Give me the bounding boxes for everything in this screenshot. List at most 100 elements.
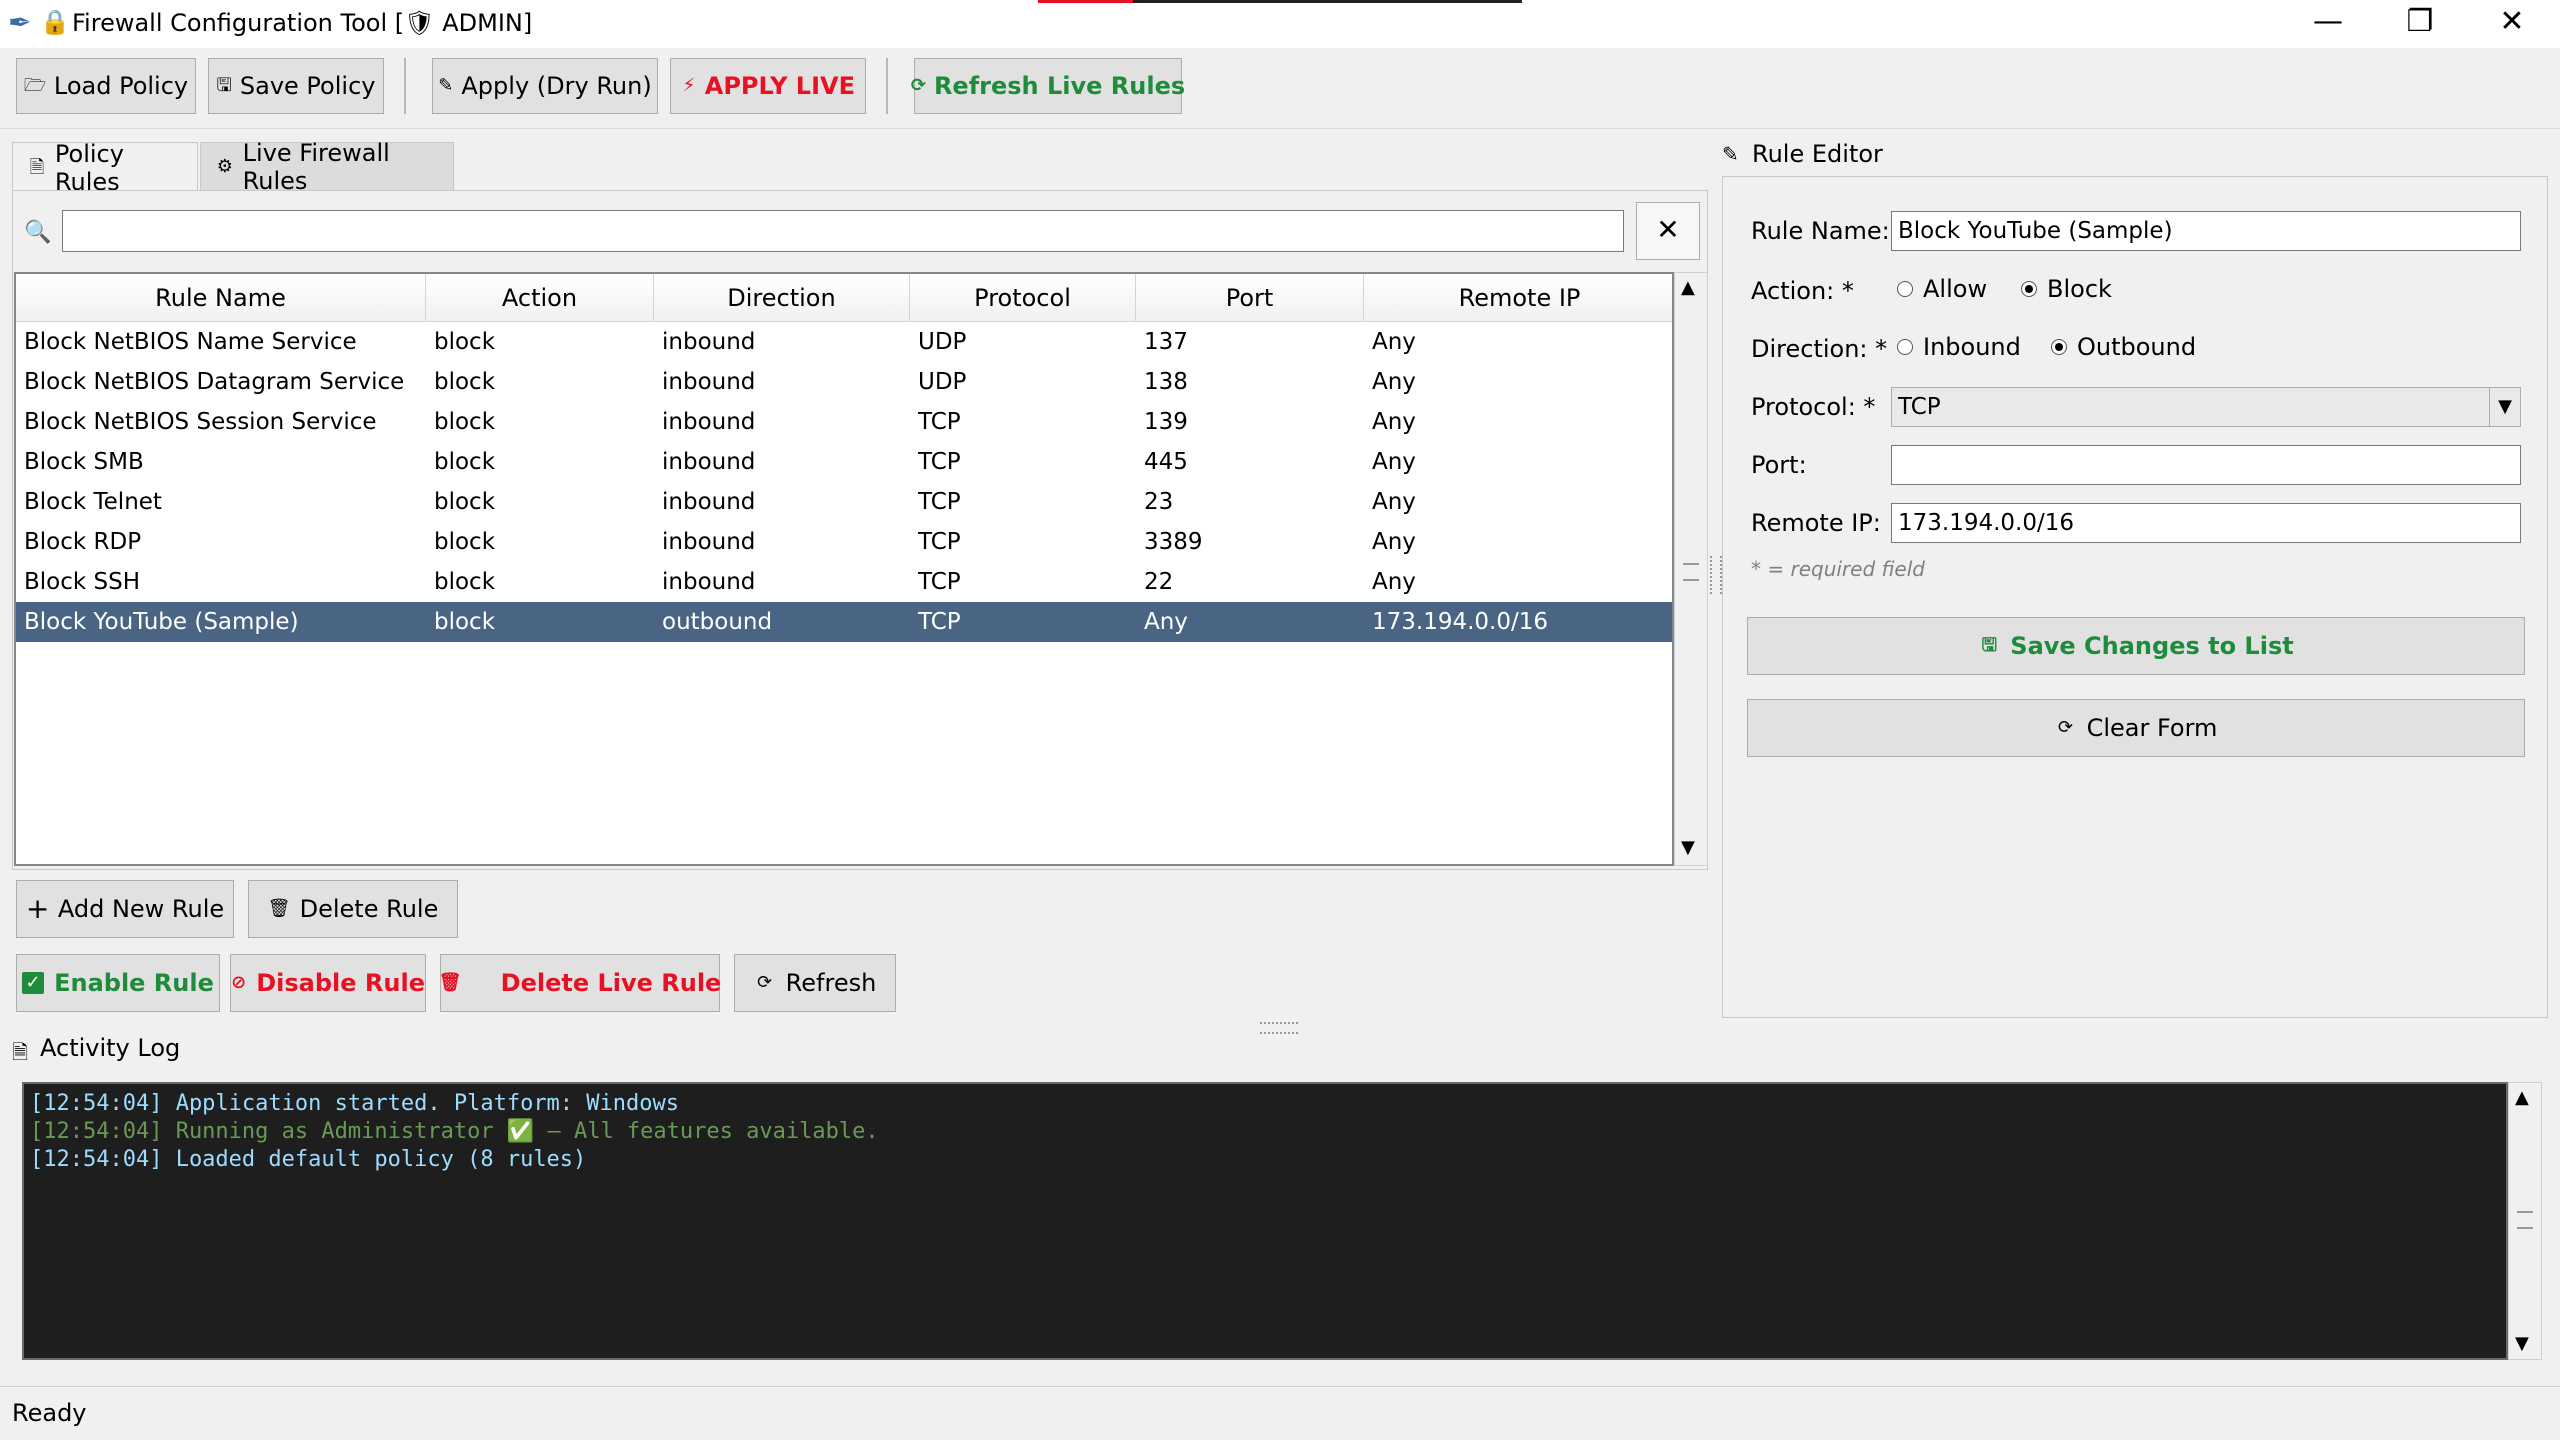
close-window-button[interactable]: ✕ (2466, 0, 2558, 46)
refresh-icon: ⟳ (757, 972, 773, 993)
table-row[interactable]: Block SSH block inbound TCP 22 Any (16, 562, 1672, 602)
table-cell: 22 (1144, 569, 1174, 595)
column-header-remote-ip[interactable]: Remote IP (1364, 274, 1672, 322)
table-cell: block (434, 489, 496, 515)
action-allow-radio[interactable]: Allow (1897, 275, 1987, 303)
minimize-button[interactable]: — (2282, 0, 2374, 46)
table-row[interactable]: Block NetBIOS Name Service block inbound UD… (16, 322, 1672, 362)
save-changes-button[interactable]: 🖫 Save Changes to List (1747, 617, 2525, 675)
table-cell: inbound (662, 569, 756, 595)
table-cell: inbound (662, 489, 756, 515)
scroll-down-icon[interactable]: ▼ (2515, 1333, 2529, 1354)
table-row[interactable]: Block NetBIOS Datagram Service block inbou… (16, 362, 1672, 402)
prohibit-icon: ⊘ (231, 972, 247, 993)
search-input[interactable] (62, 210, 1624, 252)
table-scrollbar[interactable]: ▲ ▼ (1674, 272, 1708, 866)
table-row[interactable]: Block NetBIOS Session Service block inboun… (16, 402, 1672, 442)
plus-icon: + (25, 892, 50, 925)
log-line: [12:54:04] Running as Administrator ✅ — … (30, 1119, 879, 1144)
activity-log: [12:54:04] Application started. Platform… (22, 1082, 2508, 1360)
log-line: [12:54:04] Loaded default policy (8 rule… (30, 1147, 587, 1172)
direction-outbound-radio[interactable]: Outbound (2051, 333, 2196, 361)
delete-live-rule-button[interactable]: 🗑 Delete Live Rule (438, 954, 721, 1012)
table-cell: TCP (918, 569, 961, 595)
log-scrollbar[interactable]: ▲ ▼ (2508, 1082, 2542, 1360)
table-row[interactable]: Block YouTube (Sample) block outbound TCP An… (16, 602, 1672, 642)
restore-button[interactable]: ❐ (2374, 0, 2466, 46)
rule-editor-title: Rule Editor (1752, 140, 1883, 168)
table-cell: TCP (918, 409, 961, 435)
column-header-action[interactable]: Action (426, 274, 654, 322)
save-icon: 🖫 (216, 75, 232, 96)
enable-rule-button[interactable]: ✓ Enable Rule (16, 954, 220, 1012)
table-cell: inbound (662, 369, 756, 395)
refresh-button[interactable]: ⟳ Refresh (734, 954, 896, 1012)
table-cell: 138 (1144, 369, 1188, 395)
edit-icon: ✎ (1722, 142, 1739, 166)
table-cell: Any (1372, 409, 1416, 435)
rule-name-field[interactable]: Block YouTube (Sample) (1891, 211, 2521, 251)
lock-icon: 🔒 (40, 8, 70, 36)
table-cell: block (434, 329, 496, 355)
column-header-rule-name[interactable]: Rule Name (16, 274, 426, 322)
table-cell: Any (1372, 369, 1416, 395)
document-icon: 🗎 (29, 156, 45, 178)
apply-dry-run-button[interactable]: ✎ Apply (Dry Run) (432, 58, 658, 114)
add-new-rule-button[interactable]: + Add New Rule (16, 880, 234, 938)
table-row[interactable]: Block SMB block inbound TCP 445 Any (16, 442, 1672, 482)
table-cell: block (434, 609, 496, 635)
table-cell: inbound (662, 329, 756, 355)
refresh-icon: ⟳ (910, 75, 926, 96)
trash-icon: 🗑 (438, 972, 462, 993)
apply-live-button[interactable]: ⚡ APPLY LIVE (670, 58, 866, 114)
table-cell: TCP (918, 609, 961, 635)
scroll-grip-icon[interactable] (2517, 1211, 2533, 1229)
table-cell: Block NetBIOS Session Service (24, 409, 377, 435)
table-cell: Block YouTube (Sample) (24, 609, 299, 635)
tab-live-firewall-rules[interactable]: ⚙ Live Firewall Rules (200, 139, 454, 195)
table-row[interactable]: Block RDP block inbound TCP 3389 Any (16, 522, 1672, 562)
scroll-grip-icon[interactable] (1683, 563, 1699, 581)
remote-ip-label: Remote IP: (1751, 509, 1881, 537)
column-header-port[interactable]: Port (1136, 274, 1364, 322)
title-bar: ✒ 🔒 Firewall Configuration Tool [🛡 ADMIN… (0, 0, 2560, 48)
table-cell: TCP (918, 489, 961, 515)
required-field-note: * = required field (1751, 557, 1925, 581)
status-text: Ready (12, 1399, 87, 1427)
table-cell: Any (1144, 609, 1188, 635)
vertical-splitter-grip[interactable] (1710, 556, 1722, 594)
scroll-down-icon[interactable]: ▼ (1681, 837, 1695, 858)
tab-policy-rules[interactable]: 🗎 Policy Rules (12, 140, 198, 196)
table-row[interactable]: Block Telnet block inbound TCP 23 Any (16, 482, 1672, 522)
remote-ip-field[interactable]: 173.194.0.0/16 (1891, 503, 2521, 543)
column-header-protocol[interactable]: Protocol (910, 274, 1136, 322)
radio-off-icon (1897, 281, 1913, 297)
port-field[interactable] (1891, 445, 2521, 485)
chevron-down-icon[interactable]: ▼ (2489, 388, 2520, 426)
check-icon: ✓ (22, 972, 45, 994)
clear-search-button[interactable]: ✕ (1636, 202, 1700, 260)
action-block-radio[interactable]: Block (2021, 275, 2112, 303)
clear-form-button[interactable]: ⟳ Clear Form (1747, 699, 2525, 757)
table-cell: 173.194.0.0/16 (1372, 609, 1549, 635)
save-policy-button[interactable]: 🖫 Save Policy (208, 58, 384, 114)
scroll-up-icon[interactable]: ▲ (2515, 1087, 2529, 1108)
port-label: Port: (1751, 451, 1807, 479)
scroll-up-icon[interactable]: ▲ (1681, 277, 1695, 298)
direction-inbound-radio[interactable]: Inbound (1897, 333, 2021, 361)
column-header-direction[interactable]: Direction (654, 274, 910, 322)
delete-rule-button[interactable]: 🗑 Delete Rule (248, 880, 458, 938)
pen-icon: ✎ (438, 75, 454, 96)
save-icon: 🖫 (1981, 635, 1997, 656)
disable-rule-button[interactable]: ⊘ Disable Rule (230, 954, 426, 1012)
protocol-label: Protocol: * (1751, 393, 1876, 421)
table-cell: Block SSH (24, 569, 141, 595)
protocol-select[interactable]: TCP ▼ (1891, 387, 2521, 427)
direction-label: Direction: * (1751, 335, 1888, 363)
trash-icon: 🗑 (267, 898, 291, 919)
refresh-live-rules-button[interactable]: ⟳ Refresh Live Rules (910, 58, 1185, 114)
table-cell: block (434, 569, 496, 595)
horizontal-splitter-grip[interactable] (1260, 1022, 1298, 1034)
toolbar: 🗁 Load Policy 🖫 Save Policy ✎ Apply (Dry… (0, 48, 2560, 129)
load-policy-button[interactable]: 🗁 Load Policy (16, 58, 196, 114)
